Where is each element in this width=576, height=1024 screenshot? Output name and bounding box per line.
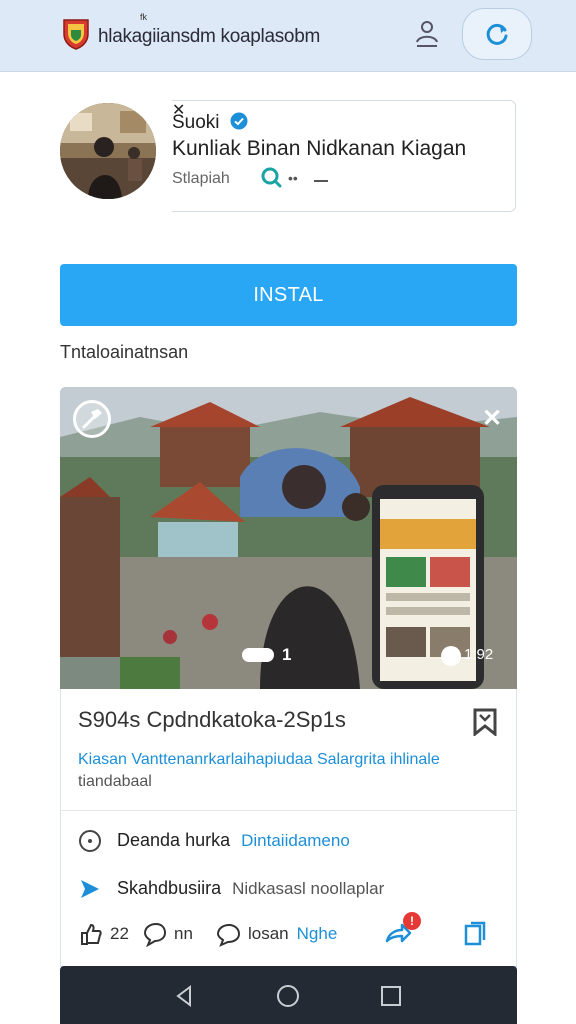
detail-label: Deanda hurka	[117, 829, 231, 850]
detail-label: Skahdbusiira	[117, 877, 222, 898]
channel-logo-icon[interactable]	[73, 400, 111, 438]
post-divider	[61, 810, 516, 811]
play-icon	[81, 880, 99, 898]
notification-badge: !	[403, 912, 421, 930]
post-handle: tiandabaal	[78, 773, 152, 790]
person-icon[interactable]	[410, 18, 444, 50]
hammer-icon	[82, 409, 102, 429]
comment-icon	[216, 923, 241, 947]
photo-count-pill	[242, 648, 274, 662]
photo-time: 1:92	[464, 646, 494, 663]
profile-subtitle: Kunliak Binan Nidkanan Kiagan	[172, 137, 467, 160]
avatar[interactable]	[60, 103, 156, 199]
back-icon[interactable]	[172, 983, 198, 1009]
app-header: fk hlakagiiansdm koaplasobm	[0, 0, 576, 72]
post-actions: 22 nn losan Nghe	[78, 918, 498, 950]
like-icon	[81, 923, 102, 945]
post-detail-row[interactable]: Deanda hurka Dintaiidameno	[78, 829, 350, 853]
post-photo[interactable]	[60, 387, 517, 689]
post-link[interactable]: Kiasan Vanttenanrkarlaihapiudaa Salargri…	[78, 751, 440, 769]
comment-action[interactable]: losan Nghe	[214, 918, 337, 950]
profile-meta-dash	[314, 180, 328, 182]
reply-count: nn	[174, 924, 193, 943]
bookmark-icon[interactable]	[472, 708, 498, 736]
home-icon[interactable]	[275, 983, 301, 1009]
copy-action[interactable]	[462, 918, 494, 950]
clock-outline-icon	[79, 830, 101, 852]
close-icon[interactable]: ✕	[172, 100, 185, 120]
install-caption: Tntaloainatnsan	[60, 342, 189, 362]
comment-value[interactable]: Nghe	[297, 924, 338, 944]
refresh-button[interactable]	[462, 8, 532, 60]
like-action[interactable]: 22	[78, 918, 129, 950]
install-button[interactable]: INSTAL	[60, 264, 517, 326]
comment-label: losan	[248, 924, 289, 943]
profile-meta-label: Stlapiah	[172, 170, 230, 187]
logo-shield-icon	[63, 19, 89, 50]
post-title: S904s Cpdndkatoka-2Sp1s	[78, 707, 346, 732]
logo-mark: fk	[140, 12, 148, 22]
photo-count: 1	[282, 645, 292, 664]
search-icon[interactable]	[260, 166, 282, 188]
system-nav-bar	[60, 966, 517, 1024]
photo-close-icon[interactable]: ✕	[482, 404, 502, 433]
app-title: hlakagiiansdm koaplasobm	[98, 26, 320, 47]
post-detail-row[interactable]: Skahdbusiira Nidkasasl noollaplar	[78, 877, 384, 901]
reply-icon	[143, 922, 167, 947]
village-photo	[60, 387, 517, 689]
detail-value: Nidkasasl noollaplar	[232, 878, 385, 898]
refresh-icon	[486, 23, 508, 45]
like-count: 22	[110, 924, 129, 943]
verified-badge-icon	[230, 112, 248, 130]
reply-action[interactable]: nn	[142, 918, 193, 950]
copy-icon	[464, 921, 486, 946]
profile-meta-dots: ••	[288, 170, 298, 186]
recents-icon[interactable]	[378, 983, 404, 1009]
detail-value[interactable]: Dintaiidameno	[241, 831, 350, 850]
clock-icon	[441, 646, 461, 666]
avatar-photo	[60, 103, 156, 199]
